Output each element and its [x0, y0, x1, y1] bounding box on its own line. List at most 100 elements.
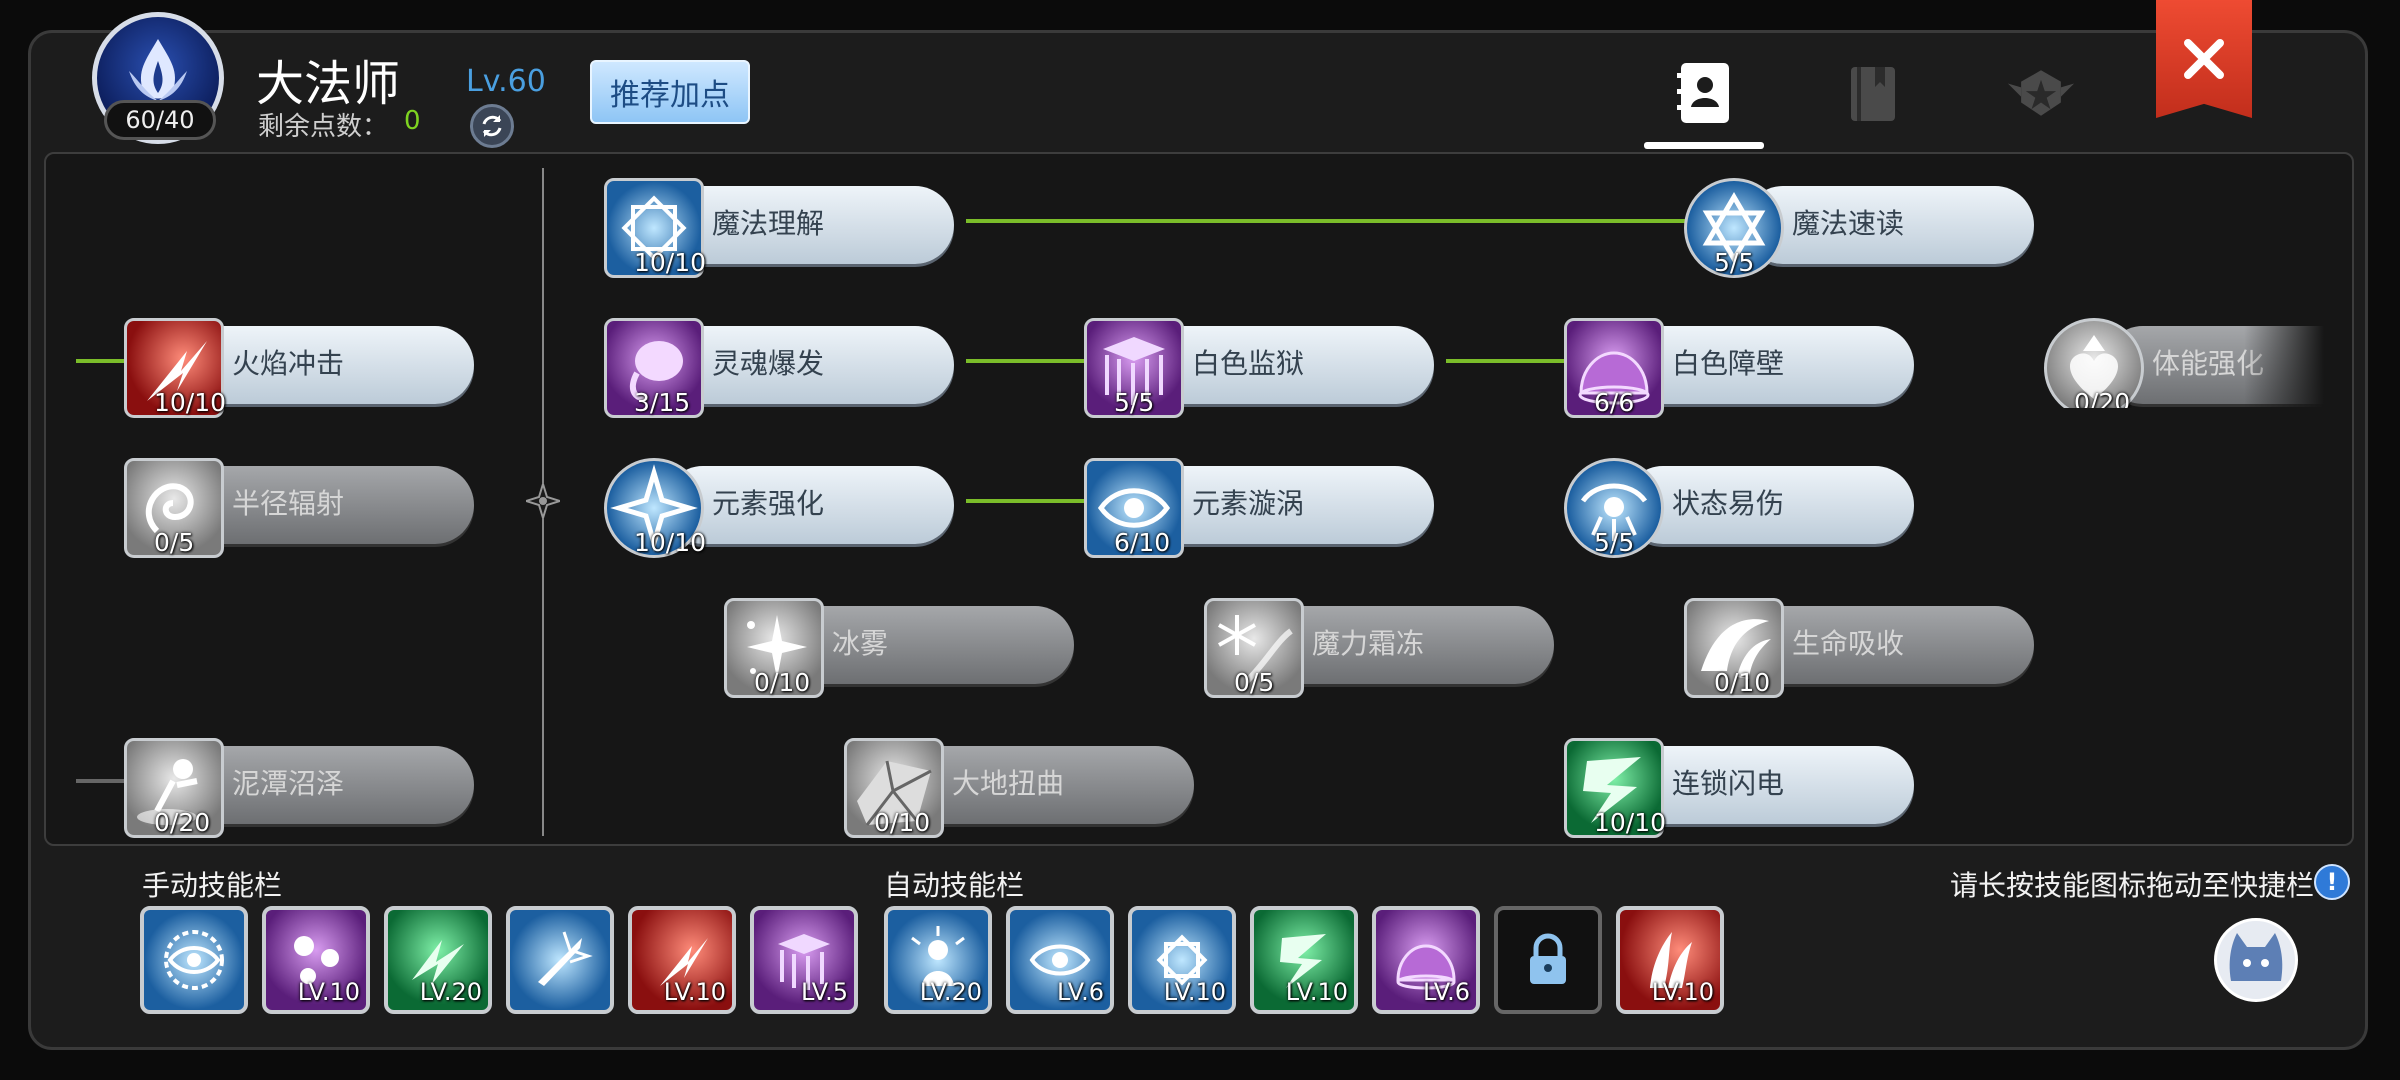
- close-icon: [2184, 39, 2224, 79]
- skill-soul-burst[interactable]: 灵魂爆发 3/15: [604, 308, 964, 418]
- skill-radius-radiation[interactable]: 半径辐射 0/5: [124, 448, 484, 558]
- close-button[interactable]: [2156, 0, 2252, 118]
- eye-sun-icon: [164, 930, 224, 990]
- skill-body-strengthen[interactable]: 体能强化 0/20: [2044, 308, 2324, 408]
- skill-name: 火焰冲击: [232, 347, 345, 380]
- auto-bar-title: 自动技能栏: [884, 869, 1025, 902]
- skill-magic-understanding[interactable]: 魔法理解 10/10: [604, 168, 964, 278]
- tab-character[interactable]: [1670, 58, 1740, 128]
- skill-mana-frost[interactable]: 魔力霜冻 0/5: [1204, 588, 1564, 698]
- slot-level: LV.6: [1423, 978, 1470, 1006]
- auto-slot[interactable]: LV.10: [1250, 906, 1358, 1014]
- manual-bar-title: 手动技能栏: [142, 869, 283, 902]
- skill-chain-lightning[interactable]: 连锁闪电 10/10: [1564, 728, 1924, 838]
- skill-name: 连锁闪电: [1672, 767, 1785, 800]
- skill-name: 魔法理解: [712, 207, 825, 240]
- skill-life-drain[interactable]: 生命吸收 0/10: [1684, 588, 2044, 698]
- bookmark-book-icon: [1851, 67, 1895, 121]
- manual-slot[interactable]: LV.10: [262, 906, 370, 1014]
- skill-element-enhance[interactable]: 元素强化 10/10: [604, 448, 964, 558]
- skill-level: 0/10: [754, 668, 811, 697]
- edge-fade: [2244, 308, 2324, 408]
- skill-level: 0/20: [154, 808, 211, 837]
- skill-name: 大地扭曲: [952, 767, 1065, 800]
- winged-star-emblem-icon: [2007, 70, 2075, 116]
- slot-level: LV.6: [1057, 978, 1104, 1006]
- exp-counter: 60/40: [104, 100, 216, 140]
- auto-slot[interactable]: LV.6: [1372, 906, 1480, 1014]
- skill-link: [76, 779, 126, 783]
- tab-book[interactable]: [1838, 58, 1908, 128]
- active-tab-indicator: [1644, 142, 1764, 149]
- skill-mud-swamp[interactable]: 泥潭沼泽 0/20: [124, 728, 484, 838]
- skill-level: 5/5: [1714, 248, 1755, 277]
- pet-avatar[interactable]: [2214, 918, 2298, 1002]
- skill-link: [966, 219, 1686, 223]
- skill-level: 5/5: [1114, 388, 1155, 417]
- auto-slot[interactable]: LV.20: [884, 906, 992, 1014]
- skill-name: 生命吸收: [1792, 627, 1905, 660]
- manual-slot[interactable]: LV.5: [750, 906, 858, 1014]
- skill-level: 0/5: [1234, 668, 1275, 697]
- skill-link: [966, 499, 1086, 503]
- skill-name: 魔法速读: [1792, 207, 1905, 240]
- slot-level: LV.20: [419, 978, 482, 1006]
- skill-name: 灵魂爆发: [712, 347, 825, 380]
- skill-link: [76, 359, 126, 363]
- remaining-points-label: 剩余点数：: [258, 112, 389, 142]
- lock-icon: [1530, 933, 1566, 984]
- recommend-points-button[interactable]: 推荐加点: [590, 60, 750, 124]
- slot-level: LV.10: [1285, 978, 1348, 1006]
- skill-link: [966, 359, 1086, 363]
- skill-name: 魔力霜冻: [1312, 627, 1425, 660]
- divider-ornament-icon: [526, 484, 560, 518]
- locked-slot[interactable]: [1494, 906, 1602, 1014]
- skill-earth-twist[interactable]: 大地扭曲 0/10: [844, 728, 1204, 838]
- skill-name: 冰雾: [832, 627, 889, 660]
- skill-white-prison[interactable]: 白色监狱 5/5: [1084, 308, 1444, 418]
- skill-level: 10/10: [1594, 808, 1667, 837]
- info-icon[interactable]: !: [2314, 864, 2350, 900]
- slot-level: LV.10: [297, 978, 360, 1006]
- contact-book-icon: [1677, 63, 1729, 123]
- cat-face-icon: [2229, 933, 2283, 981]
- slot-level: LV.10: [663, 978, 726, 1006]
- slot-level: LV.20: [919, 978, 982, 1006]
- skill-name: 半径辐射: [232, 487, 345, 520]
- skill-flame-strike[interactable]: 火焰冲击 10/10: [124, 308, 484, 418]
- skill-status-vulnerable[interactable]: 状态易伤 5/5: [1564, 448, 1924, 558]
- manual-slot[interactable]: [140, 906, 248, 1014]
- skill-ice-fog[interactable]: 冰雾 0/10: [724, 588, 1084, 698]
- auto-slot[interactable]: LV.10: [1128, 906, 1236, 1014]
- refresh-icon: [482, 115, 502, 137]
- skill-level: 10/10: [634, 528, 707, 557]
- reset-points-button[interactable]: [470, 104, 514, 148]
- skill-level: 0/10: [874, 808, 931, 837]
- skill-link: [1446, 359, 1566, 363]
- slot-level: LV.5: [801, 978, 848, 1006]
- slot-level: LV.10: [1163, 978, 1226, 1006]
- skill-name: 泥潭沼泽: [232, 767, 345, 800]
- skill-level: 3/15: [634, 388, 691, 417]
- skill-level: 6/10: [1114, 528, 1171, 557]
- skill-fast-cast[interactable]: 魔法速读 5/5: [1684, 168, 2044, 278]
- skill-name: 状态易伤: [1672, 487, 1785, 520]
- remaining-points-value: 0: [404, 106, 421, 136]
- tab-emblem[interactable]: [2006, 58, 2076, 128]
- manual-slot[interactable]: LV.20: [384, 906, 492, 1014]
- auto-slot[interactable]: LV.6: [1006, 906, 1114, 1014]
- skill-element-vortex[interactable]: 元素漩涡 6/10: [1084, 448, 1444, 558]
- manual-slot[interactable]: LV.10: [628, 906, 736, 1014]
- auto-slot[interactable]: LV.10: [1616, 906, 1724, 1014]
- character-level: Lv.60: [466, 64, 546, 99]
- skill-white-barrier[interactable]: 白色障壁 6/6: [1564, 308, 1924, 418]
- skill-name: 白色障壁: [1672, 347, 1785, 380]
- skill-level: 0/5: [154, 528, 195, 557]
- manual-slot[interactable]: [506, 906, 614, 1014]
- drag-hint: 请长按技能图标拖动至快捷栏: [1950, 869, 2315, 902]
- skill-level: 0/20: [2074, 388, 2131, 408]
- skill-level: 6/6: [1594, 388, 1635, 417]
- skill-name: 元素强化: [712, 487, 825, 520]
- skill-name: 元素漩涡: [1192, 487, 1305, 520]
- class-title: 大法师: [256, 56, 401, 112]
